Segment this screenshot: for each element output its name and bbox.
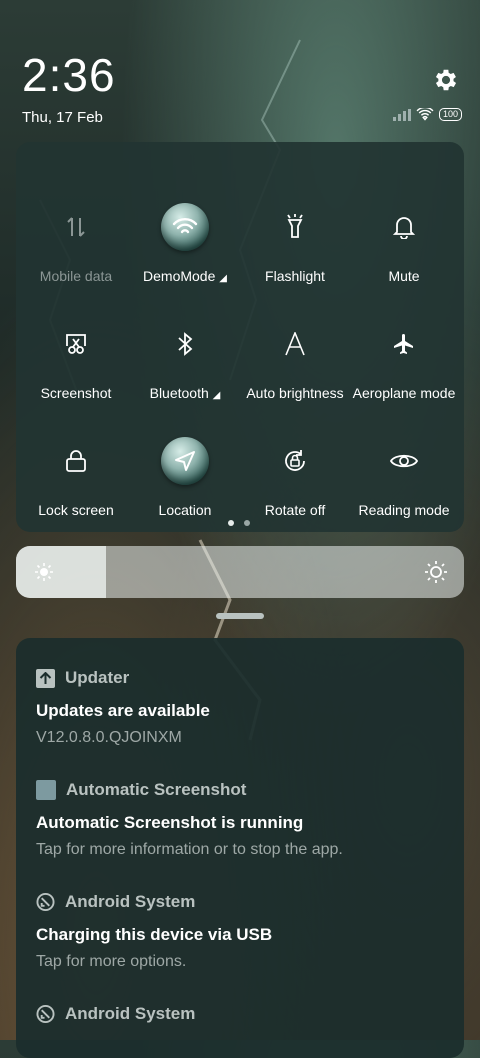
tile-auto-brightness[interactable]: Auto brightness [239,287,351,401]
clock: 2:36 [22,49,116,101]
tile-label: Location [158,502,212,518]
notification-updater[interactable]: Updater Updates are available V12.0.8.0.… [36,668,446,747]
tile-mobile-data[interactable]: Mobile data [20,170,132,284]
tile-mute[interactable]: Mute [348,170,460,284]
brightness-fill [16,546,106,598]
flashlight-icon [270,202,320,252]
tile-aeroplane[interactable]: Aeroplane mode [348,287,460,401]
notification-panel: Updater Updates are available V12.0.8.0.… [16,638,464,1058]
quick-settings-panel: Mobile data DemoMode ◢ Flashlight Mute S… [16,142,464,532]
tile-flashlight[interactable]: Flashlight [239,170,351,284]
page-dot-active[interactable] [228,520,234,526]
android-system-icon [36,1004,55,1024]
notification-text: V12.0.8.0.QJOINXM [36,729,182,746]
brightness-slider[interactable] [16,546,464,598]
tile-location[interactable]: Location [129,404,241,518]
airplane-icon [379,319,429,369]
gear-icon[interactable] [432,66,460,94]
lock-icon [51,436,101,486]
tile-label: DemoMode [143,268,216,284]
expand-triangle-icon[interactable]: ◢ [213,390,221,401]
mobile-data-icon [51,202,101,252]
notification-app-name: Android System [65,1004,196,1023]
notification-app-name: Android System [65,892,196,911]
system-status-icons: 100 [392,108,462,121]
wifi-icon [161,203,209,251]
wifi-status-icon [416,108,434,121]
battery-indicator: 100 [438,108,462,121]
notification-android-system[interactable]: Android System [36,1004,446,1024]
auto-brightness-icon [270,319,320,369]
signal-icon [392,108,411,121]
app-square-icon [36,780,56,800]
notification-automatic-screenshot[interactable]: Automatic Screenshot Automatic Screensho… [36,780,446,859]
bell-icon [379,202,429,252]
tile-reading-mode[interactable]: Reading mode [348,404,460,518]
location-icon [161,437,209,485]
tile-label: Mute [388,268,420,284]
brightness-low-icon [35,563,53,581]
android-system-icon [36,892,55,912]
tile-rotate[interactable]: Rotate off [239,404,351,518]
drag-handle[interactable] [216,613,264,619]
tile-label: Reading mode [358,502,450,518]
scissors-icon [51,319,101,369]
date: Thu, 17 Feb [22,109,103,126]
notification-text: Tap for more options. [36,953,187,970]
notification-text: Tap for more information or to stop the … [36,841,343,858]
notification-title: Updates are available [36,701,210,720]
tile-screenshot[interactable]: Screenshot [20,287,132,401]
tile-wifi[interactable]: DemoMode ◢ [129,170,241,284]
tile-label: Bluetooth [149,385,209,401]
tile-lock-screen[interactable]: Lock screen [20,404,132,518]
tile-bluetooth[interactable]: Bluetooth ◢ [129,287,241,401]
notification-title: Automatic Screenshot is running [36,813,304,832]
notification-usb-charging[interactable]: Android System Charging this device via … [36,892,446,971]
notification-app-name: Automatic Screenshot [66,780,247,799]
rotate-lock-icon [270,436,320,486]
page-dot[interactable] [244,520,250,526]
page-indicator [228,520,250,526]
notification-title: Charging this device via USB [36,925,273,944]
expand-triangle-icon[interactable]: ◢ [219,273,227,284]
updater-icon [36,668,55,688]
tile-label: Aeroplane mode [352,385,456,401]
bluetooth-icon [160,319,210,369]
brightness-high-icon [425,561,447,583]
eye-icon [379,436,429,486]
notification-app-name: Updater [65,668,130,687]
